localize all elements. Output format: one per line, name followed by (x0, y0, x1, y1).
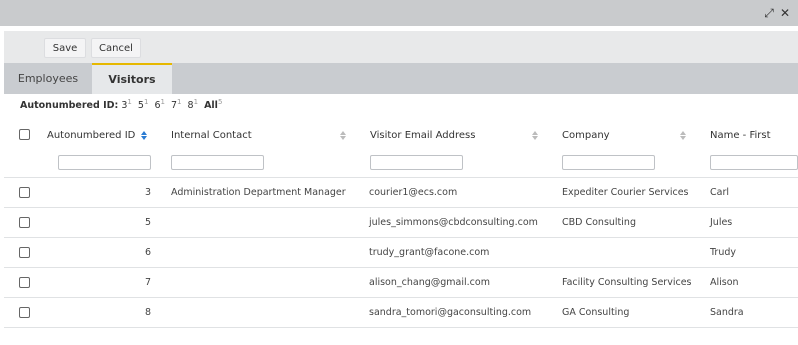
cell-name-first: Jules (710, 217, 733, 228)
tab-visitors[interactable]: Visitors (92, 63, 172, 94)
sort-icon[interactable] (338, 127, 348, 143)
row-checkbox[interactable] (19, 277, 30, 288)
cell-autonumbered-id: 5 (144, 217, 151, 228)
name-first-filter-input[interactable] (710, 155, 798, 170)
close-icon[interactable]: ✕ (777, 4, 793, 22)
id-filter-input[interactable] (58, 155, 151, 170)
column-header-visitor-email[interactable]: Visitor Email Address (370, 127, 475, 143)
cell-name-first: Carl (710, 187, 729, 198)
expand-icon[interactable]: ⤢ (761, 4, 777, 22)
table-row[interactable]: 6 trudy_grant@facone.com Trudy (4, 237, 798, 268)
row-checkbox[interactable] (19, 187, 30, 198)
filter-count: 5 (217, 98, 223, 106)
filter-label: Autonumbered ID: (20, 100, 119, 112)
sort-icon[interactable] (139, 127, 149, 143)
cell-company: GA Consulting (562, 307, 630, 318)
table-row[interactable]: 8 sandra_tomori@gaconsulting.com GA Cons… (4, 297, 798, 328)
column-header-internal-contact[interactable]: Internal Contact (171, 127, 252, 143)
column-header-company[interactable]: Company (562, 127, 610, 143)
cell-autonumbered-id: 3 (144, 187, 151, 198)
id-filter-bar: Autonumbered ID: 31 51 61 71 81 All5 (20, 98, 225, 111)
email-filter-input[interactable] (370, 155, 463, 170)
window-titlebar: ⤢ ✕ (0, 0, 798, 26)
cell-company: Expediter Courier Services (562, 187, 689, 198)
filter-count: 1 (127, 98, 132, 106)
cell-name-first: Sandra (710, 307, 744, 318)
filter-value[interactable]: 8 (188, 100, 194, 111)
cell-company: Facility Consulting Services (562, 277, 692, 288)
column-header-autonumbered-id[interactable]: Autonumbered ID (47, 127, 135, 143)
company-filter-input[interactable] (562, 155, 655, 170)
filter-all[interactable]: All (204, 100, 218, 111)
select-all-checkbox[interactable] (19, 129, 30, 140)
cell-company: CBD Consulting (562, 217, 636, 228)
cell-visitor-email: trudy_grant@facone.com (369, 247, 490, 258)
row-checkbox[interactable] (19, 307, 30, 318)
form-toolbar: Save Cancel (4, 31, 798, 63)
cancel-button[interactable]: Cancel (91, 38, 141, 58)
cell-visitor-email: courier1@ecs.com (369, 187, 458, 198)
cell-visitor-email: jules_simmons@cbdconsulting.com (369, 217, 538, 228)
column-header-name-first[interactable]: Name - First (710, 127, 771, 143)
row-checkbox[interactable] (19, 247, 30, 258)
cell-visitor-email: sandra_tomori@gaconsulting.com (369, 307, 532, 318)
tab-employees[interactable]: Employees (4, 63, 92, 94)
cell-autonumbered-id: 6 (144, 247, 151, 258)
cell-autonumbered-id: 7 (144, 277, 151, 288)
table-row[interactable]: 5 jules_simmons@cbdconsulting.com CBD Co… (4, 207, 798, 238)
internal-contact-filter-input[interactable] (171, 155, 264, 170)
filter-count: 1 (193, 98, 199, 106)
cell-internal-contact: Administration Department Manager (171, 187, 346, 198)
table-row[interactable]: 7 alison_chang@gmail.com Facility Consul… (4, 267, 798, 298)
cell-name-first: Alison (710, 277, 739, 288)
filter-count: 1 (177, 98, 182, 106)
sort-icon[interactable] (530, 127, 540, 143)
row-divider (4, 327, 798, 328)
cell-name-first: Trudy (710, 247, 736, 258)
table-row[interactable]: 3 Administration Department Manager cour… (4, 177, 798, 208)
save-button[interactable]: Save (44, 38, 86, 58)
tab-bar: Employees Visitors (4, 63, 798, 94)
row-checkbox[interactable] (19, 217, 30, 228)
filter-count: 1 (143, 98, 149, 106)
filter-count: 1 (160, 98, 165, 106)
cell-autonumbered-id: 8 (144, 307, 151, 318)
cell-visitor-email: alison_chang@gmail.com (369, 277, 490, 288)
sort-icon[interactable] (678, 127, 688, 143)
